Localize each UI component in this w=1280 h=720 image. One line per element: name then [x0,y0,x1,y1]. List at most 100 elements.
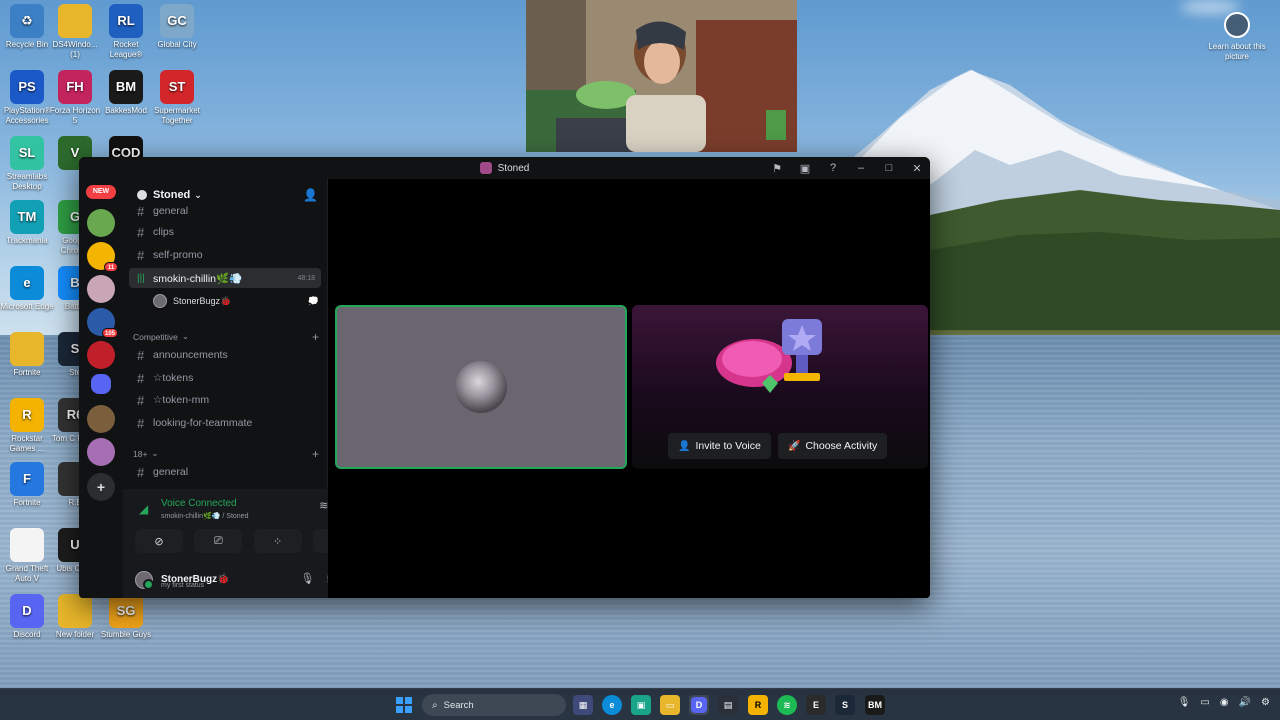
desktop-icon-rockstar[interactable]: R Rockstar Games ... [0,398,54,454]
start-button[interactable] [396,697,412,713]
channel-token-mm[interactable]: # ☆token-mm [129,390,321,410]
desktop-icon-label: Fortnite [13,498,41,507]
add-channel-icon[interactable]: + [312,330,319,344]
channel-sidebar: Stoned ⌄ 👤 # general # clips # self-prom… [123,179,372,598]
chat-icon[interactable]: ▣ [631,695,651,715]
server-icon[interactable] [87,438,115,466]
desktop-icon-ds4[interactable]: DS4Windo... (1) [48,4,102,60]
rocket-icon: 🚀 [788,440,801,452]
close-button[interactable]: ✕ [910,162,924,175]
desktop-icon-recycle[interactable]: ♻ Recycle Bin [0,4,54,50]
screen-share-icon: ⎚ [213,534,223,547]
desktop-icon-label: Recycle Bin [5,40,49,49]
server-icon[interactable] [87,341,115,369]
webcam-overlay [526,0,797,152]
voice-channel-smokin-chillin[interactable]: ||| smokin-chillin🌿💨 48:18 [129,268,321,288]
hash-icon: # [137,464,145,480]
server-icon[interactable]: 105 [87,308,118,338]
desktop-icon-bakkes[interactable]: BM BakkesMod [99,70,153,116]
microphone-icon[interactable]: 🎙 [300,572,314,585]
voice-connected-status[interactable]: Voice Connected [161,498,237,509]
camera-button[interactable]: ⊘ [135,529,183,553]
channel-self-promo[interactable]: # self-promo [129,245,321,265]
desktop-icon-rocket[interactable]: RL Rocket League® [99,4,153,60]
desktop-icon-streamlabs[interactable]: SL Streamlabs Desktop [0,136,54,192]
microphone-icon[interactable]: 🎙 [1178,697,1191,708]
desktop-icon-label: BakkesMod [105,106,147,115]
folder-icon[interactable] [91,374,111,394]
channel-clips[interactable]: # clips [129,222,321,242]
category-competitive[interactable]: Competitive ⌄ + [133,330,321,344]
spotify-icon[interactable]: ≋ [777,695,797,715]
desktop-icon-fortnite2[interactable]: F Fortnite [0,462,54,508]
server-icon[interactable] [87,209,115,237]
desktop-icon-gtav[interactable]: Grand Theft Auto V [0,528,54,584]
ds4-icon [58,4,92,38]
category-18-plus[interactable]: 18+ ⌄ + [133,447,321,461]
unread-badge: 105 [101,328,118,338]
volume-icon[interactable]: 🔊 [1239,697,1251,708]
discord-taskbar-icon[interactable]: D [689,695,709,715]
channel-announcements[interactable]: # announcements [129,345,321,365]
desktop-icon-globalcity[interactable]: GC Global City [150,4,204,50]
store-icon[interactable]: ▤ [718,695,738,715]
flag-icon[interactable]: ⚑ [770,162,784,175]
channel-general-top[interactable]: # general [129,205,321,217]
screen-share-button[interactable]: ⎚ [194,529,243,553]
task-view-icon[interactable]: ▦ [573,695,593,715]
invite-label: Invite to Voice [695,440,761,452]
system-tray: 🎙 ▭ ◉ 🔊 ⚙ [1178,697,1270,708]
desktop-icon-edge[interactable]: e Microsoft Edge [0,266,54,312]
channel-general[interactable]: # general [129,462,321,482]
channel-looking-for-teammate[interactable]: # looking-for-teammate [129,413,321,433]
rockstar-icon[interactable]: R [748,695,768,715]
steam-icon[interactable]: S [835,695,855,715]
wifi-icon[interactable]: ◉ [1220,697,1229,708]
help-icon[interactable]: ? [826,162,840,174]
add-user-icon[interactable]: 👤 [303,188,318,202]
channel-name: self-promo [153,249,203,261]
add-channel-icon[interactable]: + [312,447,319,461]
desktop-icon-discord[interactable]: D Discord [0,594,54,640]
desktop-icon-label: Supermarket Together [154,106,200,125]
maximize-button[interactable]: □ [882,162,896,174]
server-icon[interactable] [87,405,115,433]
invite-to-voice-button[interactable]: 👤 Invite to Voice [668,433,771,459]
voice-user[interactable]: StonerBugz🐞 💭 [153,292,321,310]
minimize-button[interactable]: – [854,162,868,174]
noise-suppression-icon[interactable]: ≋ [319,499,328,512]
desktop-icon-fortnite1[interactable]: Fortnite [0,332,54,378]
add-server-icon[interactable]: + [87,473,115,501]
choose-activity-button[interactable]: 🚀 Choose Activity [778,433,888,459]
activities-button[interactable]: ⁘ [253,529,302,553]
desktop-icon-label: Streamlabs Desktop [6,172,48,191]
camera-off-icon: ⊘ [154,535,164,548]
settings-icon[interactable]: ⚙ [1261,697,1270,708]
desktop-icon-label: Microsoft Edge [0,302,54,311]
channel-tokens[interactable]: # ☆tokens [129,368,321,388]
webcam-scene [526,0,797,152]
desktop-icon-stumble[interactable]: SG Stumble Guys [99,594,153,640]
user-video-tile[interactable] [335,305,627,469]
desktop-icon-trackmania[interactable]: TM Trackmania [0,200,54,246]
desktop-icon-newfolder[interactable]: New folder [48,594,102,640]
file-explorer-icon[interactable]: ▭ [660,695,680,715]
server-icon[interactable]: 11 [87,242,118,272]
edge-icon[interactable]: e [602,695,622,715]
desktop-icon-psacc[interactable]: PS PlayStation® Accessories [0,70,54,126]
channel-name: ☆token-mm [153,394,210,406]
search-placeholder: Search [443,699,474,711]
epic-games-icon[interactable]: E [806,695,826,715]
desktop-icon-supermarket[interactable]: ST Supermarket Together [150,70,204,126]
signal-icon: ◢ [139,502,149,516]
bakkesmod-icon[interactable]: BM [865,695,885,715]
taskbar-search[interactable]: ⌕ Search [422,694,566,716]
server-icon[interactable] [87,275,115,303]
learn-about-picture[interactable]: Learn about this picture [1202,8,1272,62]
network-icon[interactable]: ▭ [1200,697,1209,708]
desktop-icon-forza[interactable]: FH Forza Horizon 5 [48,70,102,126]
voice-connected-sub: smokin-chillin🌿💨 / Stoned [161,513,249,520]
discord-icon: D [691,697,707,713]
inbox-icon[interactable]: ▣ [798,162,812,175]
chevron-down-icon: ⌄ [181,331,190,341]
